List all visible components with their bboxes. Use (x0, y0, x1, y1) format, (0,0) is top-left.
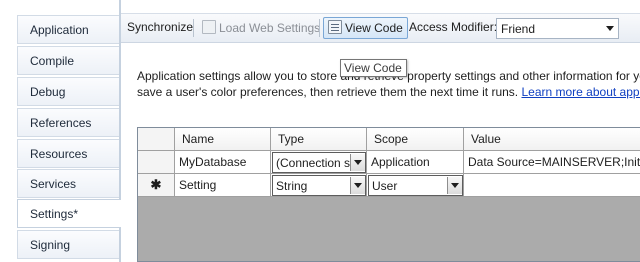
column-header-value[interactable]: Value (464, 128, 640, 151)
learn-more-link[interactable]: Learn more about application settings... (521, 85, 640, 99)
nav-tab-signing[interactable]: Signing (17, 230, 119, 259)
nav-tab-references[interactable]: References (17, 108, 119, 137)
nav-tab-services[interactable]: Services (17, 169, 119, 198)
nav-tab-debug[interactable]: Debug (17, 77, 119, 106)
column-header-name[interactable]: Name (175, 128, 271, 151)
chevron-down-icon[interactable] (350, 177, 365, 194)
nav-tab-label: Resources (30, 147, 88, 161)
nav-tab-label: Settings* (30, 207, 79, 221)
setting-type-dropdown[interactable]: String (272, 175, 366, 196)
setting-type-dropdown[interactable]: (Connection string) (272, 152, 366, 173)
setting-scope-dropdown[interactable]: User (368, 175, 463, 196)
setting-scope-cell: User (367, 174, 464, 197)
chevron-down-icon[interactable] (350, 154, 365, 171)
setting-value-cell[interactable] (464, 174, 640, 197)
load-web-settings-icon (202, 20, 216, 34)
settings-grid: Name Type Scope Value MyDatabase (Connec… (137, 127, 640, 262)
view-code-button[interactable]: View Code (323, 17, 408, 39)
nav-tab-compile[interactable]: Compile (17, 46, 119, 75)
load-web-settings-label: Load Web Settings (219, 21, 321, 35)
project-properties-nav: Application Compile Debug References Res… (0, 0, 121, 262)
setting-type-cell: String (271, 174, 367, 197)
setting-name-cell[interactable]: Setting (175, 174, 271, 197)
description-line-2: save a user's color preferences, then re… (137, 84, 640, 100)
setting-scope-cell[interactable]: Application (367, 151, 464, 174)
setting-name-cell[interactable]: MyDatabase (175, 151, 271, 174)
toolbar-separator (193, 19, 194, 37)
column-header-type[interactable]: Type (271, 128, 367, 151)
nav-tab-application[interactable]: Application (17, 15, 119, 44)
nav-tab-label: Application (30, 23, 89, 37)
nav-tab-label: Services (30, 177, 77, 191)
new-row-asterisk-icon[interactable]: ✱ (138, 174, 175, 197)
view-code-tooltip: View Code (340, 59, 407, 77)
setting-scope-value: User (372, 179, 398, 193)
row-header-corner (138, 128, 175, 151)
access-modifier-dropdown[interactable]: Friend (496, 18, 619, 39)
setting-type-value: String (276, 179, 308, 193)
nav-tab-label: Signing (30, 238, 71, 252)
nav-tab-resources[interactable]: Resources (17, 139, 119, 168)
nav-tab-label: Debug (30, 85, 66, 99)
description-text: save a user's color preferences, then re… (137, 85, 519, 99)
new-row: ✱ Setting String User (138, 174, 640, 197)
view-code-label: View Code (345, 21, 403, 35)
nav-tab-label: References (30, 116, 92, 130)
chevron-down-icon[interactable] (447, 177, 462, 194)
view-code-icon (328, 20, 342, 34)
table-row: MyDatabase (Connection string) Applicati… (138, 151, 640, 174)
setting-type-cell: (Connection string) (271, 151, 367, 174)
load-web-settings-button[interactable]: Load Web Settings (198, 17, 324, 39)
nav-tab-settings[interactable]: Settings* (17, 199, 121, 228)
settings-toolbar: Synchronize Load Web Settings View Code … (121, 13, 640, 43)
column-header-scope[interactable]: Scope (367, 128, 464, 151)
synchronize-button[interactable]: Synchronize (123, 17, 197, 39)
synchronize-label: Synchronize (127, 20, 194, 34)
row-header[interactable] (138, 151, 175, 174)
grid-header-row: Name Type Scope Value (138, 128, 640, 151)
nav-tab-label: Compile (30, 54, 75, 68)
setting-value-cell[interactable]: Data Source=MAINSERVER;Initial Catalog (464, 151, 640, 174)
access-modifier-label: Access Modifier: (409, 20, 498, 34)
toolbar-separator (319, 19, 320, 37)
chevron-down-icon (606, 26, 614, 31)
access-modifier-value: Friend (501, 22, 536, 36)
